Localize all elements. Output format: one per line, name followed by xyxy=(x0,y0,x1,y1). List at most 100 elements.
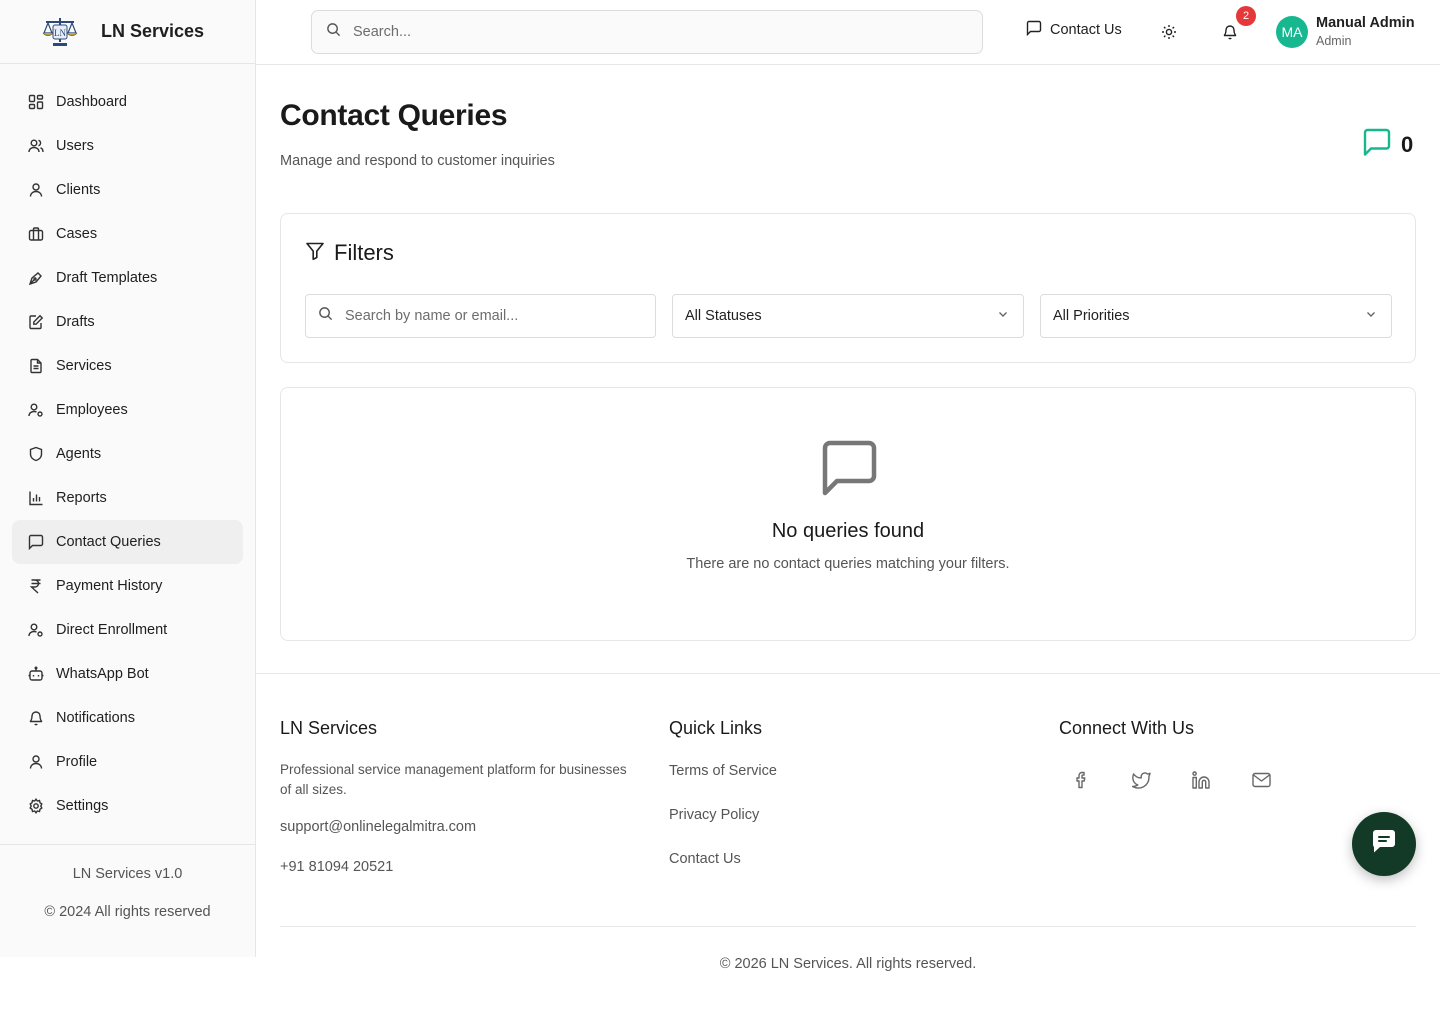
sidebar-item-notifications[interactable]: Notifications xyxy=(12,696,243,740)
sidebar-item-settings[interactable]: Settings xyxy=(12,784,243,828)
sidebar-item-draft-templates[interactable]: Draft Templates xyxy=(12,256,243,300)
message-square-icon xyxy=(1026,20,1042,40)
sidebar-nav: Dashboard Users Clients Cases Draft Temp… xyxy=(0,64,255,828)
chat-bubble-icon xyxy=(1370,829,1398,860)
sidebar-item-label: Employees xyxy=(56,402,128,418)
sidebar-item-label: Reports xyxy=(56,490,107,506)
priority-select-value: All Priorities xyxy=(1053,308,1130,324)
briefcase-icon xyxy=(28,226,44,242)
empty-state-message: There are no contact queries matching yo… xyxy=(686,556,1010,572)
settings-icon xyxy=(28,798,44,814)
sidebar-item-label: WhatsApp Bot xyxy=(56,666,149,682)
sidebar-item-drafts[interactable]: Drafts xyxy=(12,300,243,344)
sidebar-item-direct-enrollment[interactable]: Direct Enrollment xyxy=(12,608,243,652)
global-search-input[interactable] xyxy=(353,24,953,40)
page-title: Contact Queries xyxy=(280,99,508,132)
contact-us-label: Contact Us xyxy=(1050,22,1122,38)
user-icon xyxy=(28,182,44,198)
footer-link-contact[interactable]: Contact Us xyxy=(669,851,741,867)
sidebar-item-label: Drafts xyxy=(56,314,95,330)
footer-link-terms[interactable]: Terms of Service xyxy=(669,763,777,779)
sidebar-item-payment-history[interactable]: Payment History xyxy=(12,564,243,608)
sidebar-item-reports[interactable]: Reports xyxy=(12,476,243,520)
bot-icon xyxy=(28,666,44,682)
sidebar-item-clients[interactable]: Clients xyxy=(12,168,243,212)
sidebar-item-label: Cases xyxy=(56,226,98,242)
footer-quick-links-title: Quick Links xyxy=(669,718,763,738)
sidebar-item-label: Notifications xyxy=(56,710,135,726)
user-name[interactable]: Manual Admin xyxy=(1316,15,1415,31)
user-role: Admin xyxy=(1316,34,1352,48)
sidebar-item-label: Settings xyxy=(56,798,109,814)
sidebar-item-dashboard[interactable]: Dashboard xyxy=(12,80,243,124)
brand[interactable]: LN LN Services xyxy=(0,0,255,64)
sidebar-item-label: Services xyxy=(56,358,112,374)
bell-icon xyxy=(28,710,44,726)
filter-search-input[interactable] xyxy=(345,308,645,324)
footer-about-description: Professional service management platform… xyxy=(280,762,627,797)
avatar[interactable]: MA xyxy=(1276,16,1308,48)
sun-icon[interactable] xyxy=(1161,24,1177,40)
footer-about-title: LN Services xyxy=(280,718,378,738)
status-select[interactable]: All Statuses xyxy=(672,294,1024,338)
query-count-value: 0 xyxy=(1401,131,1414,157)
twitter-icon[interactable] xyxy=(1131,770,1151,790)
sidebar-item-label: Direct Enrollment xyxy=(56,622,168,638)
sidebar-item-label: Contact Queries xyxy=(56,534,161,550)
sidebar-item-label: Payment History xyxy=(56,578,163,594)
sidebar-item-label: Dashboard xyxy=(56,94,127,110)
footer-copyright: © 2026 LN Services. All rights reserved. xyxy=(719,956,977,972)
sidebar-item-services[interactable]: Services xyxy=(12,344,243,388)
bell-icon[interactable] xyxy=(1222,23,1238,41)
filters-card: Filters All Statuses All Priorities xyxy=(280,213,1416,363)
user-cog-icon xyxy=(28,402,44,418)
filter-search-field[interactable] xyxy=(305,294,656,338)
empty-state-card: No queries found There are no contact qu… xyxy=(280,387,1416,641)
footer-divider xyxy=(280,926,1416,927)
footer-email-link[interactable]: support@onlinelegalmitra.com xyxy=(280,819,476,835)
user-cog-icon xyxy=(28,622,44,638)
status-select-value: All Statuses xyxy=(685,308,762,324)
scales-of-justice-logo: LN xyxy=(40,15,80,49)
filter-icon xyxy=(305,241,325,266)
user-icon xyxy=(28,754,44,770)
sidebar-item-profile[interactable]: Profile xyxy=(12,740,243,784)
message-square-icon xyxy=(28,534,44,550)
sidebar-item-employees[interactable]: Employees xyxy=(12,388,243,432)
app-version: LN Services v1.0 xyxy=(72,866,183,882)
message-square-icon xyxy=(1362,127,1392,162)
sidebar-item-agents[interactable]: Agents xyxy=(12,432,243,476)
facebook-icon[interactable] xyxy=(1071,770,1091,790)
brand-name: LN Services xyxy=(101,21,205,41)
sidebar-item-users[interactable]: Users xyxy=(12,124,243,168)
file-text-icon xyxy=(28,358,44,374)
sidebar-item-label: Profile xyxy=(56,754,98,770)
linkedin-icon[interactable] xyxy=(1191,770,1211,790)
empty-state-title: No queries found xyxy=(771,520,925,542)
sidebar-item-label: Draft Templates xyxy=(56,270,158,286)
sidebar-item-label: Clients xyxy=(56,182,101,198)
search-icon xyxy=(326,22,341,42)
footer-phone[interactable]: +91 81094 20521 xyxy=(280,859,393,875)
sidebar-item-whatsapp-bot[interactable]: WhatsApp Bot xyxy=(12,652,243,696)
sidebar-footer: LN Services v1.0 © 2024 All rights reser… xyxy=(0,844,255,920)
sidebar-item-label: Users xyxy=(56,138,94,154)
top-header: Contact Us 2 MA Manual Admin Admin xyxy=(256,0,1440,65)
contact-us-button[interactable]: Contact Us xyxy=(1026,20,1122,40)
filters-header: Filters xyxy=(305,240,394,266)
sidebar-copyright: © 2024 All rights reserved xyxy=(44,904,211,920)
priority-select[interactable]: All Priorities xyxy=(1040,294,1392,338)
sidebar-item-label: Agents xyxy=(56,446,102,462)
global-search[interactable] xyxy=(311,10,983,54)
chevron-down-icon xyxy=(997,308,1009,324)
shield-icon xyxy=(28,446,44,462)
sidebar-item-cases[interactable]: Cases xyxy=(12,212,243,256)
mail-icon[interactable] xyxy=(1251,770,1271,790)
footer-connect-title: Connect With Us xyxy=(1059,718,1195,738)
edit-file-icon xyxy=(28,314,44,330)
sidebar-item-contact-queries[interactable]: Contact Queries xyxy=(12,520,243,564)
notification-badge: 2 xyxy=(1236,6,1256,26)
rupee-icon xyxy=(28,578,44,594)
chat-button[interactable] xyxy=(1352,812,1416,876)
footer-link-privacy[interactable]: Privacy Policy xyxy=(669,807,759,823)
